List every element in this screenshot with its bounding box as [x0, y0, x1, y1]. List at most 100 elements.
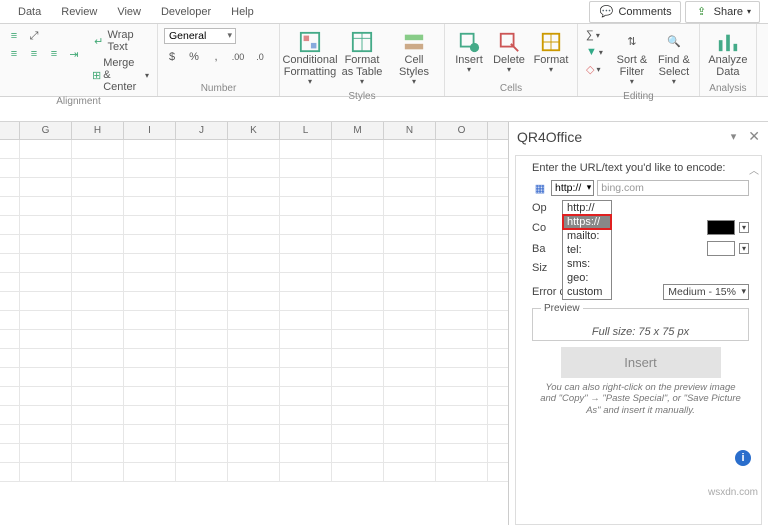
currency-icon[interactable]: $ [164, 49, 180, 65]
dropdown-option[interactable]: http:// [563, 201, 611, 215]
column-header[interactable]: L [280, 122, 332, 139]
align-top-icon[interactable]: ≡ [6, 28, 22, 44]
tab-view[interactable]: View [107, 2, 151, 22]
column-header[interactable]: G [20, 122, 72, 139]
share-icon: ⇪ [694, 4, 710, 20]
group-analysis: Analyze Data Analysis [700, 24, 757, 96]
autosum-button[interactable]: ∑▾ [584, 28, 605, 42]
sigma-icon: ∑ [586, 29, 594, 41]
group-label: Analysis [706, 81, 750, 94]
delete-cells-button[interactable]: Delete▾ [491, 28, 527, 77]
format-icon [539, 30, 563, 54]
pane-menu-icon[interactable]: ▾ [731, 130, 737, 143]
preview-legend: Preview [541, 303, 583, 314]
clear-button[interactable]: ◇▾ [584, 62, 605, 77]
preview-box: Preview Full size: 75 x 75 px [532, 308, 749, 341]
tab-data[interactable]: Data [8, 2, 51, 22]
merge-center-button[interactable]: ⊞Merge & Center ▾ [90, 56, 151, 94]
menu-bar: Data Review View Developer Help 💬Comment… [0, 0, 768, 24]
eraser-icon: ◇ [586, 63, 594, 76]
align-left-icon[interactable]: ≡ [6, 46, 22, 62]
find-icon: 🔍 [662, 30, 686, 54]
cell-styles-button[interactable]: Cell Styles▾ [390, 28, 438, 89]
grid-row[interactable] [0, 159, 508, 178]
orientation-icon[interactable]: ⤢ [26, 28, 42, 44]
ribbon: ≡⤢ ≡≡≡⇥ ↵Wrap Text ⊞Merge & Center ▾ Ali… [0, 24, 768, 97]
comma-icon[interactable]: , [208, 49, 224, 65]
grid-row[interactable] [0, 463, 508, 482]
align-center-icon[interactable]: ≡ [26, 46, 42, 62]
dropdown-option[interactable]: tel: [563, 243, 611, 257]
conditional-formatting-button[interactable]: Conditional Formatting▾ [286, 28, 334, 89]
insert-cells-button[interactable]: Insert▾ [451, 28, 487, 77]
worksheet-grid[interactable]: GHIJKLMNO [0, 122, 508, 525]
grid-row[interactable] [0, 273, 508, 292]
percent-icon[interactable]: % [186, 49, 202, 65]
grid-row[interactable] [0, 311, 508, 330]
dropdown-option[interactable]: mailto: [563, 229, 611, 243]
grid-row[interactable] [0, 140, 508, 159]
grid-row[interactable] [0, 216, 508, 235]
dropdown-option[interactable]: https:// [563, 215, 611, 229]
column-headers: GHIJKLMNO [0, 122, 508, 140]
insert-button[interactable]: Insert [561, 347, 721, 378]
comment-icon: 💬 [598, 4, 614, 20]
grid-row[interactable] [0, 406, 508, 425]
align-right-icon[interactable]: ≡ [46, 46, 62, 62]
option-ba-label: Ba [532, 243, 558, 255]
format-cells-button[interactable]: Format▾ [531, 28, 571, 77]
grid-row[interactable] [0, 425, 508, 444]
column-header[interactable]: J [176, 122, 228, 139]
wrap-text-button[interactable]: ↵Wrap Text [90, 28, 151, 54]
grid-row[interactable] [0, 444, 508, 463]
tab-developer[interactable]: Developer [151, 2, 221, 22]
delete-icon [497, 30, 521, 54]
color-well-light[interactable] [707, 241, 735, 256]
column-header[interactable]: O [436, 122, 488, 139]
tab-help[interactable]: Help [221, 2, 264, 22]
group-alignment: ≡⤢ ≡≡≡⇥ ↵Wrap Text ⊞Merge & Center ▾ Ali… [0, 24, 158, 96]
grid-row[interactable] [0, 235, 508, 254]
comments-button[interactable]: 💬Comments [589, 1, 680, 23]
group-label: Number [164, 81, 273, 94]
wrap-icon: ↵ [92, 33, 106, 49]
column-header[interactable]: K [228, 122, 280, 139]
color-well-dark[interactable] [707, 220, 735, 235]
column-header[interactable]: H [72, 122, 124, 139]
dropdown-option[interactable]: geo: [563, 271, 611, 285]
fill-icon: ▼ [586, 46, 597, 58]
close-icon[interactable]: ✕ [748, 128, 760, 145]
decrease-decimal-icon[interactable]: .0 [252, 49, 268, 65]
number-format-combo[interactable]: General [164, 28, 236, 44]
column-header[interactable]: N [384, 122, 436, 139]
grid-row[interactable] [0, 254, 508, 273]
increase-decimal-icon[interactable]: .00 [230, 49, 246, 65]
grid-row[interactable] [0, 292, 508, 311]
grid-row[interactable] [0, 368, 508, 387]
error-correction-select[interactable]: Medium - 15% [663, 284, 749, 300]
find-select-button[interactable]: 🔍Find & Select▾ [655, 28, 693, 89]
analyze-data-button[interactable]: Analyze Data [706, 28, 750, 80]
fill-button[interactable]: ▼▾ [584, 45, 605, 59]
dropdown-option[interactable]: custom [563, 285, 611, 299]
format-table-button[interactable]: Format as Table▾ [338, 28, 386, 89]
dropdown-option[interactable]: sms: [563, 257, 611, 271]
url-input[interactable]: bing.com [597, 180, 749, 196]
tab-review[interactable]: Review [51, 2, 107, 22]
sort-filter-button[interactable]: ⇅Sort & Filter▾ [613, 28, 651, 89]
scroll-up-icon[interactable]: ︿ [749, 162, 759, 177]
cond-format-icon [298, 30, 322, 54]
indent-icon[interactable]: ⇥ [66, 46, 82, 62]
protocol-dropdown[interactable]: http://https://mailto:tel:sms:geo:custom [562, 200, 612, 300]
grid-row[interactable] [0, 330, 508, 349]
share-button[interactable]: ⇪Share ▾ [685, 1, 760, 23]
column-header[interactable]: I [124, 122, 176, 139]
grid-row[interactable] [0, 387, 508, 406]
protocol-select[interactable]: http:// [551, 180, 594, 196]
grid-row[interactable] [0, 349, 508, 368]
info-icon[interactable]: i [735, 450, 751, 466]
grid-row[interactable] [0, 197, 508, 216]
grid-row[interactable] [0, 178, 508, 197]
column-header[interactable]: M [332, 122, 384, 139]
hint-text: You can also right-click on the preview … [532, 382, 749, 420]
